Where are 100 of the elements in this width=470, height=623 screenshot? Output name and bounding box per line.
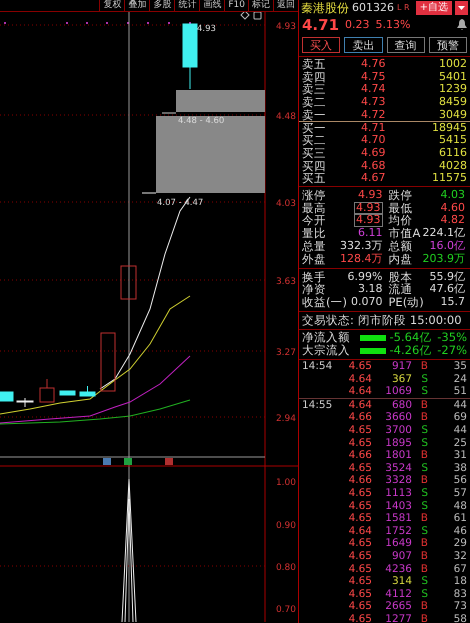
- trade-side: B: [420, 537, 428, 550]
- trade-count: 67: [452, 562, 467, 576]
- price-range-label: 4.48 - 4.60: [178, 116, 224, 126]
- tick-price: 4.65: [348, 575, 372, 588]
- trade-count: 29: [452, 537, 467, 550]
- status-label: 交易状态:: [302, 312, 354, 329]
- stat-label: 最低: [388, 202, 412, 214]
- stat-value: 128.4万: [340, 252, 382, 266]
- order-level-label: 买三: [302, 146, 327, 160]
- stat-label: 涨停: [302, 188, 326, 202]
- tick-time: 14:55: [302, 398, 334, 412]
- action-button[interactable]: 查询: [386, 37, 425, 53]
- trade-count: 44: [452, 424, 467, 437]
- trade-count: 58: [452, 612, 467, 623]
- tick-volume: 907: [390, 550, 412, 563]
- trade-count: 56: [452, 474, 467, 487]
- tick-price: 4.65: [348, 486, 372, 500]
- trade-side: B: [420, 550, 428, 563]
- stat-label: 净资: [302, 283, 326, 296]
- flow-label: 大宗流入: [302, 342, 350, 359]
- price-axis-label: 4.48: [276, 112, 296, 122]
- tick-volume: 1581: [384, 512, 412, 525]
- trade-count: 46: [452, 524, 467, 538]
- trade-side: S: [420, 462, 428, 474]
- order-level-label: 卖四: [302, 70, 327, 84]
- tick-volume: 2665: [384, 600, 412, 613]
- stat-label: 总量: [302, 240, 326, 253]
- toolbar-button[interactable]: 复权: [99, 0, 124, 11]
- trade-side: S: [420, 588, 428, 600]
- trade-side: B: [420, 360, 428, 373]
- candlestick: [80, 386, 96, 396]
- trade-side: B: [420, 449, 428, 462]
- trade-side: S: [420, 385, 428, 398]
- tick-volume: 1895: [384, 436, 412, 450]
- tick-price: 4.64: [348, 398, 372, 412]
- stat-label: 均价: [388, 214, 412, 228]
- candlestick: [182, 24, 198, 90]
- toolbar-button[interactable]: 标记: [248, 0, 273, 11]
- order-price: 4.73: [360, 96, 386, 109]
- trade-count: 51: [452, 385, 467, 398]
- tick-price: 4.65: [348, 550, 372, 563]
- tick-price: 4.65: [348, 537, 372, 550]
- watchlist-button[interactable]: +自选: [416, 1, 452, 15]
- stat-label: 流通: [388, 283, 412, 296]
- tick-price: 4.65: [348, 424, 372, 437]
- trade-side: B: [420, 411, 428, 424]
- indicator-axis-label: 0.70: [276, 605, 296, 615]
- tick-price: 4.64: [348, 385, 372, 398]
- flow-label: 净流入额: [302, 328, 350, 344]
- flow-amount: -4.26亿: [388, 342, 432, 359]
- order-volume: 18945: [431, 122, 467, 135]
- candlestick: [100, 332, 116, 392]
- stock-name: 秦港股份: [301, 0, 349, 17]
- tick-price: 4.65: [348, 612, 372, 623]
- trade-count: 31: [452, 449, 467, 462]
- stat-label: 股本: [388, 270, 412, 284]
- indicator-axis-label: 1.00: [276, 478, 296, 488]
- action-button[interactable]: 卖出: [344, 37, 382, 53]
- tick-volume: 3328: [384, 474, 412, 487]
- dropdown-button[interactable]: [455, 1, 468, 15]
- trade-side: B: [420, 562, 428, 576]
- stat-value: 47.6亿: [430, 283, 465, 296]
- bell-icon[interactable]: [457, 19, 467, 30]
- order-price: 4.74: [360, 83, 386, 96]
- trade-side: S: [420, 524, 428, 538]
- tick-volume: 1069: [384, 385, 412, 398]
- price-axis-label: 3.27: [276, 348, 296, 358]
- status-value: 闭市阶段: [358, 312, 406, 329]
- event-marker-icon: [103, 458, 111, 465]
- stat-value: 4.03: [440, 188, 465, 202]
- order-level-label: 买五: [302, 172, 327, 185]
- stat-value: 55.9亿: [430, 270, 465, 284]
- flow-amount: -5.64亿: [388, 328, 432, 345]
- action-button[interactable]: 买入: [302, 37, 340, 53]
- toolbar-button[interactable]: 多股: [149, 0, 174, 11]
- trade-count: 35: [452, 360, 467, 373]
- tick-price: 4.65: [348, 360, 372, 373]
- price-axis-label: 3.63: [276, 277, 296, 287]
- tick-volume: 3700: [384, 424, 412, 437]
- trade-side: B: [420, 398, 428, 412]
- price-axis-label: 4.03: [276, 199, 296, 209]
- action-button[interactable]: 预警: [428, 37, 467, 53]
- range-marker-line: [162, 112, 176, 114]
- flow-bar: [360, 348, 386, 354]
- indicator-axis-label: 0.90: [276, 521, 296, 531]
- window-icon: [254, 12, 262, 20]
- tick-volume: 1403: [384, 500, 412, 512]
- stat-label: 外盘: [302, 252, 326, 266]
- stat-label: 跌停: [388, 188, 412, 202]
- stat-value: 4.93: [358, 188, 382, 202]
- order-level-label: 买一: [302, 122, 327, 136]
- change-percent: 5.13%: [376, 16, 410, 33]
- trade-count: 18: [452, 575, 467, 588]
- trade-count: 44: [452, 398, 467, 412]
- tick-volume: 4112: [384, 588, 412, 600]
- order-level-label: 买二: [302, 134, 327, 147]
- stat-label: PE(动): [388, 296, 424, 310]
- stat-label: 今开: [302, 214, 326, 228]
- trade-count: 48: [452, 500, 467, 512]
- order-volume: 1002: [438, 58, 467, 71]
